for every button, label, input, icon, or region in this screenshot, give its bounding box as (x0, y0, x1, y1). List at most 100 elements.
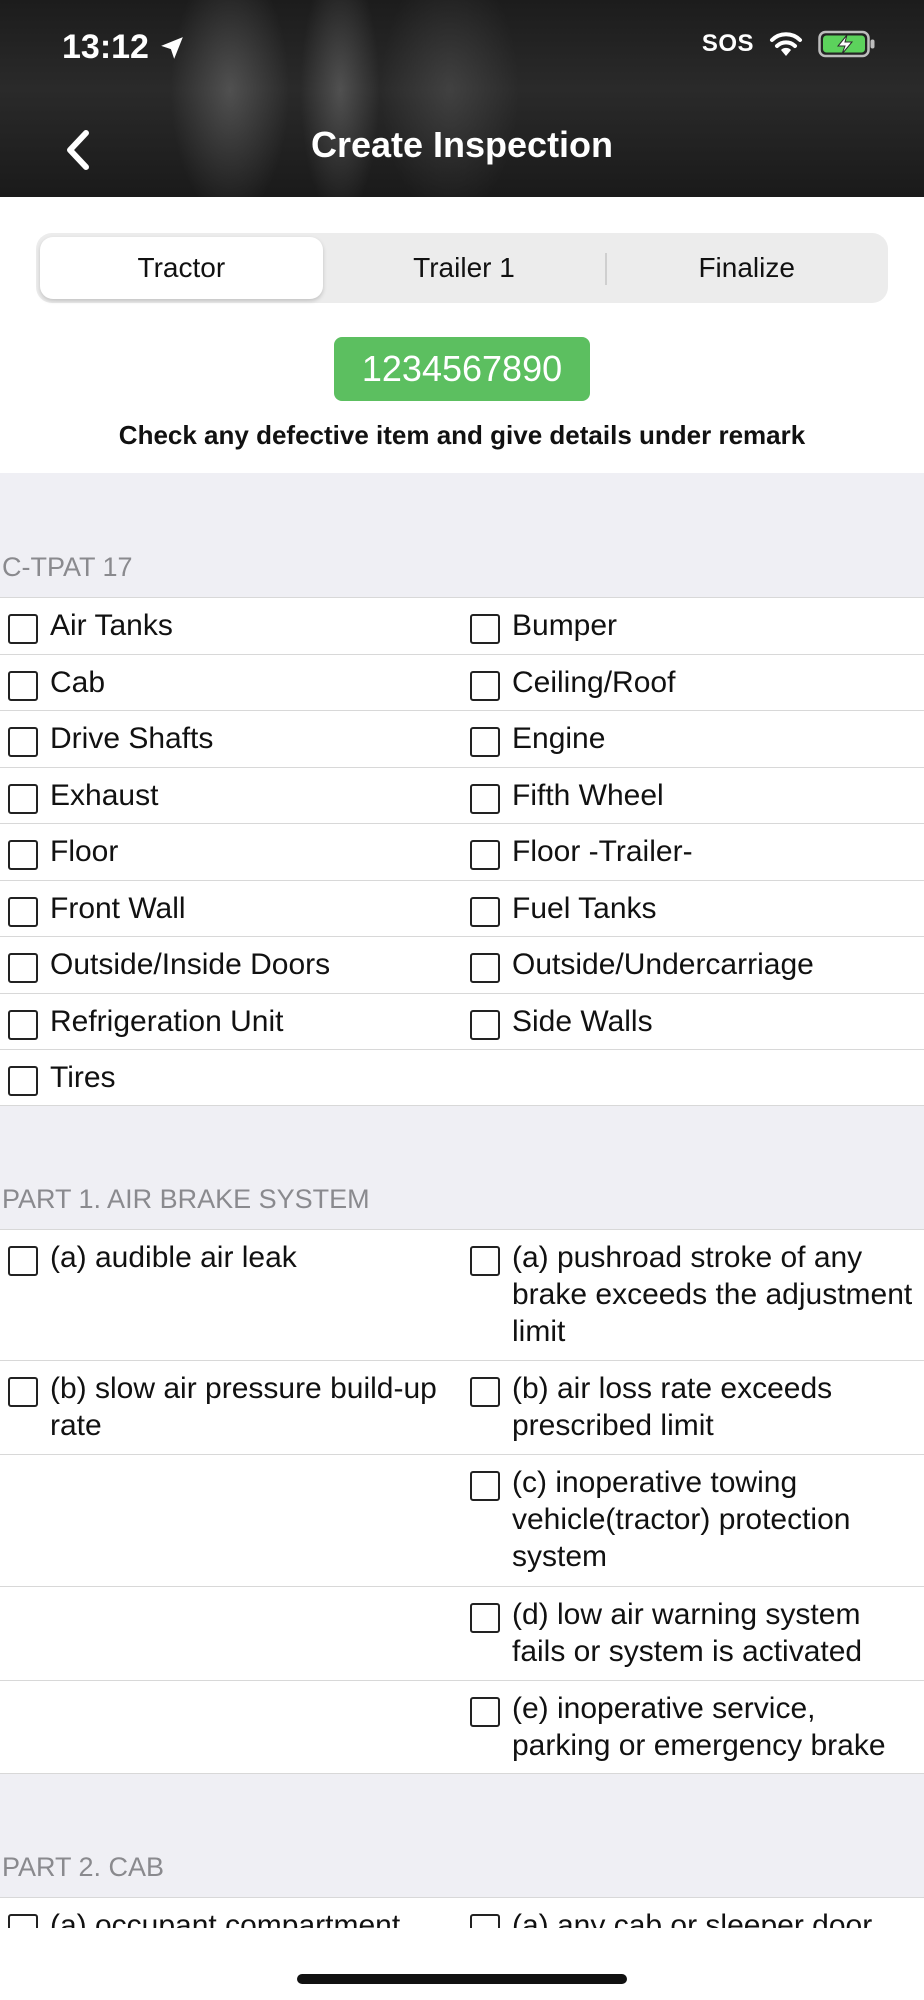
checkbox[interactable] (470, 897, 500, 927)
section-header-part2: PART 2. CAB (0, 1774, 924, 1897)
checklist-item[interactable]: Fuel Tanks (462, 881, 924, 936)
checklist-item[interactable]: (a) any cab or sleeper door (462, 1898, 924, 1928)
checklist-item[interactable]: Floor (0, 824, 462, 880)
checkbox[interactable] (470, 1377, 500, 1407)
checklist-item[interactable]: Outside/Undercarriage (462, 937, 924, 993)
checklist-item[interactable]: Drive Shafts (0, 711, 462, 767)
checkbox[interactable] (470, 671, 500, 701)
checkbox[interactable] (8, 840, 38, 870)
item-label: Floor (50, 835, 119, 868)
checklist-empty-cell (0, 1455, 462, 1586)
checklist-row: (c) inoperative towing vehicle(tractor) … (0, 1454, 924, 1586)
checkbox[interactable] (470, 1010, 500, 1040)
checkbox[interactable] (8, 1914, 38, 1928)
checklist-item[interactable]: Front Wall (0, 881, 462, 936)
status-bar-indicators: SOS (702, 30, 876, 58)
checkbox[interactable] (470, 1697, 500, 1727)
tab-label: Tractor (137, 252, 226, 283)
checklist-item[interactable]: Cab (0, 655, 462, 710)
checklist-item[interactable]: (d) low air warning system fails or syst… (462, 1587, 924, 1680)
section-title: C-TPAT 17 (2, 552, 133, 582)
checklist-row: (a) audible air leak (a) pushroad stroke… (0, 1229, 924, 1360)
checklist-row: Floor Floor -Trailer- (0, 823, 924, 880)
item-label: Fifth Wheel (512, 779, 664, 812)
checklist-row: (e) inoperative service, parking or emer… (0, 1680, 924, 1774)
item-label: (c) inoperative towing vehicle(tractor) … (512, 1466, 851, 1573)
checklist-row: (b) slow air pressure build-up rate (b) … (0, 1360, 924, 1454)
tab-tractor[interactable]: Tractor (40, 237, 323, 299)
checkbox[interactable] (470, 614, 500, 644)
checkbox[interactable] (8, 727, 38, 757)
checklist-item[interactable]: Tires (0, 1050, 462, 1105)
checklist-item[interactable]: Ceiling/Roof (462, 655, 924, 710)
checkbox[interactable] (470, 1246, 500, 1276)
home-indicator (297, 1974, 627, 1984)
instruction-text: Check any defective item and give detail… (118, 420, 806, 450)
checkbox[interactable] (8, 614, 38, 644)
item-label: Outside/Undercarriage (512, 948, 814, 981)
navigation-header: 13:12 SOS Create Inspection (0, 0, 924, 197)
checklist-row: Cab Ceiling/Roof (0, 654, 924, 710)
sos-indicator: SOS (701, 30, 754, 57)
checklist-empty-cell (0, 1681, 462, 1773)
checklist-row: (a) occupant compartment (a) any cab or … (0, 1897, 924, 1928)
checklist-item[interactable]: Floor -Trailer- (462, 824, 924, 880)
item-label: Exhaust (50, 779, 159, 812)
checkbox[interactable] (8, 953, 38, 983)
inspection-tabs: Tractor Trailer 1 Finalize (36, 233, 888, 303)
checkbox[interactable] (8, 1377, 38, 1407)
checkbox[interactable] (8, 671, 38, 701)
checklist-empty-cell (462, 1050, 924, 1105)
checkbox[interactable] (8, 784, 38, 814)
item-label: (a) any cab or sleeper door (512, 1909, 873, 1928)
checklist-item[interactable]: Air Tanks (0, 598, 462, 654)
checklist-item[interactable]: (b) slow air pressure build-up rate (0, 1361, 462, 1454)
checklist-item[interactable]: (e) inoperative service, parking or emer… (462, 1681, 924, 1773)
checklist-item[interactable]: (c) inoperative towing vehicle(tractor) … (462, 1455, 924, 1586)
item-label: Outside/Inside Doors (50, 948, 331, 981)
checkbox[interactable] (8, 1066, 38, 1096)
bottom-safe-area (0, 1928, 924, 2000)
tab-finalize[interactable]: Finalize (605, 237, 888, 299)
checklist-item[interactable]: Exhaust (0, 768, 462, 823)
checklist-item[interactable]: Side Walls (462, 994, 924, 1049)
section-header-part1: PART 1. AIR BRAKE SYSTEM (0, 1106, 924, 1229)
unit-number-badge: 1234567890 (334, 337, 590, 401)
checkbox[interactable] (8, 1246, 38, 1276)
checkbox[interactable] (470, 1471, 500, 1501)
checklist-item[interactable]: Fifth Wheel (462, 768, 924, 823)
item-label: Air Tanks (50, 609, 173, 642)
checkbox[interactable] (470, 727, 500, 757)
item-label: Tires (50, 1061, 116, 1094)
battery-charging-icon (818, 30, 875, 58)
checklist-item[interactable]: (a) pushroad stroke of any brake exceeds… (462, 1230, 924, 1360)
checkbox[interactable] (8, 897, 38, 927)
section-header-ctpat: C-TPAT 17 (0, 473, 924, 597)
checklist-item[interactable]: (a) occupant compartment (0, 1898, 462, 1928)
checklist-item[interactable]: Bumper (462, 598, 924, 654)
wifi-icon (770, 32, 802, 56)
checklist-item[interactable]: Refrigeration Unit (0, 994, 462, 1049)
item-label: (b) air loss rate exceeds prescribed lim… (512, 1372, 833, 1442)
checkbox[interactable] (8, 1010, 38, 1040)
checkbox[interactable] (470, 840, 500, 870)
checklist-item[interactable]: (a) audible air leak (0, 1230, 462, 1360)
item-label: Fuel Tanks (512, 892, 657, 925)
item-label: Cab (50, 666, 106, 699)
checkbox[interactable] (470, 784, 500, 814)
item-label: Ceiling/Roof (512, 666, 676, 699)
item-label: Floor -Trailer- (512, 835, 693, 868)
checklist-item[interactable]: (b) air loss rate exceeds prescribed lim… (462, 1361, 924, 1454)
item-label: Front Wall (50, 892, 186, 925)
checklist-item[interactable]: Outside/Inside Doors (0, 937, 462, 993)
checklist-row: (d) low air warning system fails or syst… (0, 1586, 924, 1680)
checkbox[interactable] (470, 1914, 500, 1928)
section-title: PART 1. AIR BRAKE SYSTEM (2, 1184, 370, 1214)
item-label: (d) low air warning system fails or syst… (512, 1598, 863, 1668)
checkbox[interactable] (470, 953, 500, 983)
tab-trailer-1[interactable]: Trailer 1 (323, 237, 606, 299)
item-label: Engine (512, 722, 606, 755)
checkbox[interactable] (470, 1603, 500, 1633)
checklist-item[interactable]: Engine (462, 711, 924, 767)
inspection-checklist: C-TPAT 17 Air Tanks Bumper Cab Ceiling/R… (0, 473, 924, 1928)
